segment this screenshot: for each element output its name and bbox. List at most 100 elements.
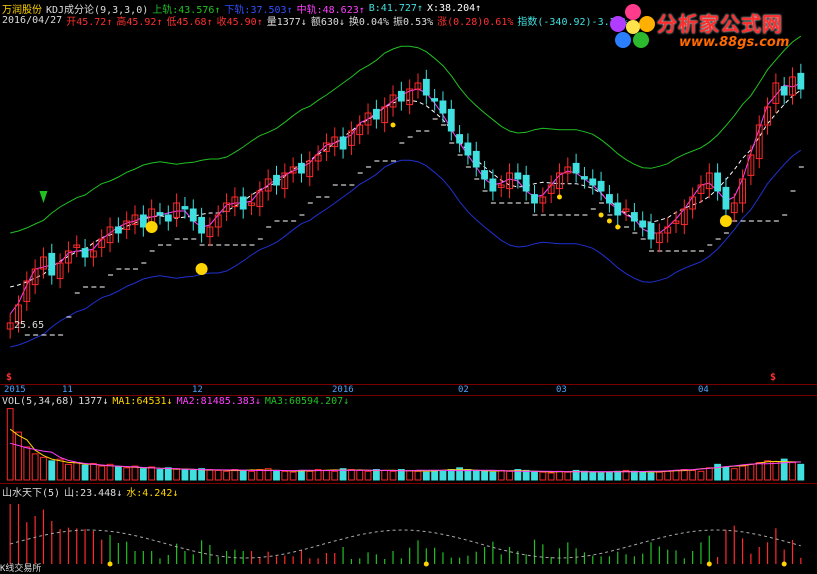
volume-bar (406, 469, 414, 481)
x-tick-2015: 2015 (4, 385, 26, 395)
volume-bar (372, 469, 380, 481)
volume-bar (755, 462, 763, 481)
volume-bar (65, 463, 72, 481)
volume-bar (89, 462, 97, 481)
candle-body (439, 100, 447, 114)
ss-signal-dot (706, 561, 712, 567)
candle-body (397, 90, 405, 102)
volume-bar (714, 463, 722, 481)
x-tick-04: 04 (698, 385, 709, 395)
volume-bar (797, 463, 805, 481)
volume-bar (306, 470, 314, 481)
volume-bar (597, 472, 605, 481)
volume-bar (131, 465, 139, 481)
footer-label: K线交易所 (0, 564, 42, 574)
candle-body (339, 136, 347, 150)
candle-body (156, 212, 164, 216)
candle-body (81, 248, 89, 258)
mid-band-line (10, 89, 802, 288)
volume-bar (431, 469, 439, 481)
volume-bar (705, 467, 713, 481)
volume-bar (697, 470, 705, 481)
smiley-icon (719, 215, 732, 227)
volume-bar (739, 465, 746, 481)
ss-signal-dot (107, 561, 113, 567)
x-tick-11: 11 (62, 385, 73, 395)
candle-body (431, 98, 439, 102)
candle-body (589, 178, 597, 186)
volume-bar (139, 468, 147, 481)
volume-bar (106, 463, 114, 481)
shanshui-chart[interactable] (0, 494, 817, 569)
volume-bar (497, 469, 505, 481)
volume-bar (239, 469, 247, 481)
price-low-label: 25.65 (14, 320, 45, 331)
s-marker-icon: $ (6, 372, 13, 383)
volume-bar (231, 469, 239, 481)
volume-bar (472, 469, 480, 481)
volume-bar (289, 471, 297, 481)
volume-bar (81, 464, 89, 481)
volume-bar (389, 470, 397, 481)
smiley-icon (145, 221, 158, 233)
smiley-icon (195, 263, 208, 275)
signal-dot (556, 194, 562, 200)
volume-bar (56, 458, 64, 481)
volume-bar (273, 469, 280, 481)
volume-bar (364, 470, 372, 481)
volume-bar (256, 469, 264, 481)
volume-bar (356, 469, 364, 481)
volume-bar (164, 467, 172, 481)
signal-dot (615, 224, 621, 230)
volume-bar (531, 470, 538, 481)
s-marker-icon: $ (770, 372, 777, 383)
volume-bar (647, 472, 655, 481)
x-tick-03: 03 (556, 385, 567, 395)
volume-bar (489, 471, 497, 481)
volume-bar (639, 471, 647, 481)
volume-bar (614, 470, 622, 481)
candle-body (780, 86, 788, 96)
volume-bar (298, 469, 305, 481)
ss-signal-dot (781, 561, 787, 567)
volume-bar (772, 461, 780, 481)
volume-bar (789, 462, 796, 481)
volume-bar (414, 470, 422, 481)
volume-bar (173, 468, 181, 481)
volume-chart[interactable] (0, 406, 817, 484)
volume-bar (189, 469, 197, 481)
candle-body (581, 176, 588, 180)
candle-body (189, 208, 197, 222)
candle-body (372, 108, 380, 120)
candle-body (48, 252, 56, 276)
volume-bar (31, 453, 39, 481)
volume-bar (464, 469, 472, 481)
candle-body (531, 194, 538, 204)
volume-bar (689, 469, 697, 481)
volume-bar (581, 470, 588, 481)
volume-bar (730, 468, 738, 481)
x-tick-12: 12 (192, 385, 203, 395)
volume-bar (323, 469, 330, 481)
vol-ma1-line (9, 428, 801, 473)
signal-dot (598, 212, 604, 218)
candle-body (114, 226, 122, 234)
candle-body (464, 142, 472, 156)
volume-bar (589, 471, 597, 481)
volume-bar (114, 466, 122, 481)
candle-body (630, 212, 638, 222)
signal-dot (390, 122, 396, 128)
price-chart[interactable] (0, 25, 817, 385)
candle-body (639, 220, 647, 228)
volume-bar (747, 463, 755, 481)
x-axis-line (0, 384, 817, 385)
volume-bar (281, 470, 289, 481)
candle-body (572, 162, 580, 174)
volume-bar (73, 462, 81, 481)
candle-body (514, 172, 522, 180)
volume-bar (15, 431, 22, 481)
volume-bar (422, 471, 430, 481)
candle-body (181, 206, 189, 210)
volume-bar (664, 470, 672, 481)
volume-bar (630, 470, 638, 481)
